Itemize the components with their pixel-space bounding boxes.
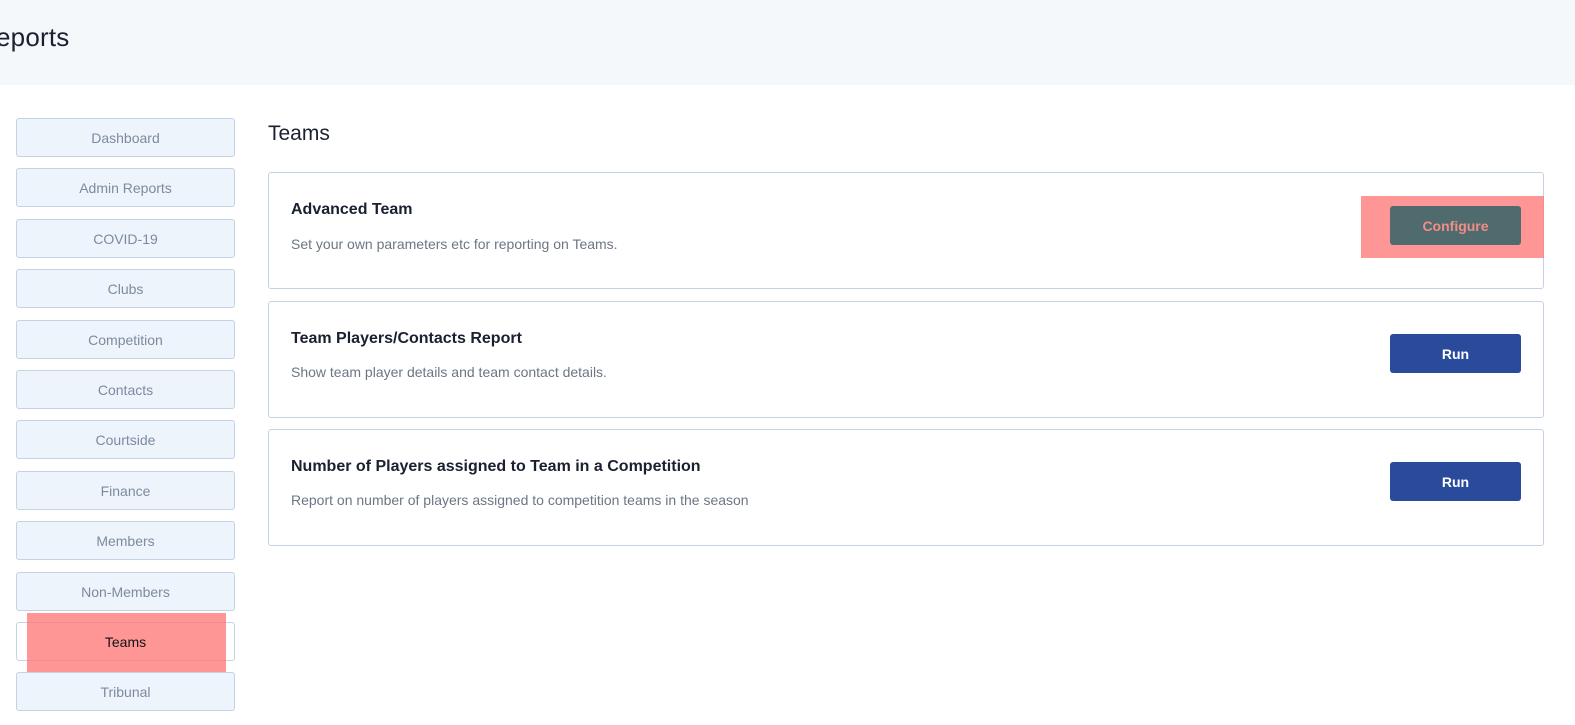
configure-button[interactable]: Configure [1390, 206, 1521, 245]
sidebar-item-dashboard[interactable]: Dashboard [16, 118, 235, 157]
sidebar-item-finance[interactable]: Finance [16, 471, 235, 510]
report-card-advanced-team: Advanced Team Set your own parameters et… [268, 172, 1544, 289]
sidebar-item-teams-label[interactable]: Teams [16, 622, 235, 661]
run-button[interactable]: Run [1390, 462, 1521, 501]
sidebar-item-contacts[interactable]: Contacts [16, 370, 235, 409]
page-header: eports [0, 0, 1575, 85]
sidebar-item-members[interactable]: Members [16, 521, 235, 560]
sidebar-item-courtside[interactable]: Courtside [16, 420, 235, 459]
sidebar-item-tribunal[interactable]: Tribunal [16, 672, 235, 711]
run-button[interactable]: Run [1390, 334, 1521, 373]
sidebar-item-covid-19[interactable]: COVID-19 [16, 219, 235, 258]
sidebar-item-admin-reports[interactable]: Admin Reports [16, 168, 235, 207]
section-title: Teams [268, 122, 330, 145]
report-description: Show team player details and team contac… [291, 364, 607, 380]
sidebar-item-clubs[interactable]: Clubs [16, 269, 235, 308]
report-card-players-per-team: Number of Players assigned to Team in a … [268, 429, 1544, 546]
page-title: eports [0, 22, 70, 52]
sidebar-item-non-members[interactable]: Non-Members [16, 572, 235, 611]
report-title: Advanced Team [291, 201, 413, 218]
sidebar-item-competition[interactable]: Competition [16, 320, 235, 359]
report-title: Number of Players assigned to Team in a … [291, 458, 701, 475]
report-card-team-players-contacts: Team Players/Contacts Report Show team p… [268, 301, 1544, 418]
report-title: Team Players/Contacts Report [291, 330, 522, 347]
report-description: Report on number of players assigned to … [291, 492, 749, 508]
report-description: Set your own parameters etc for reportin… [291, 236, 618, 252]
